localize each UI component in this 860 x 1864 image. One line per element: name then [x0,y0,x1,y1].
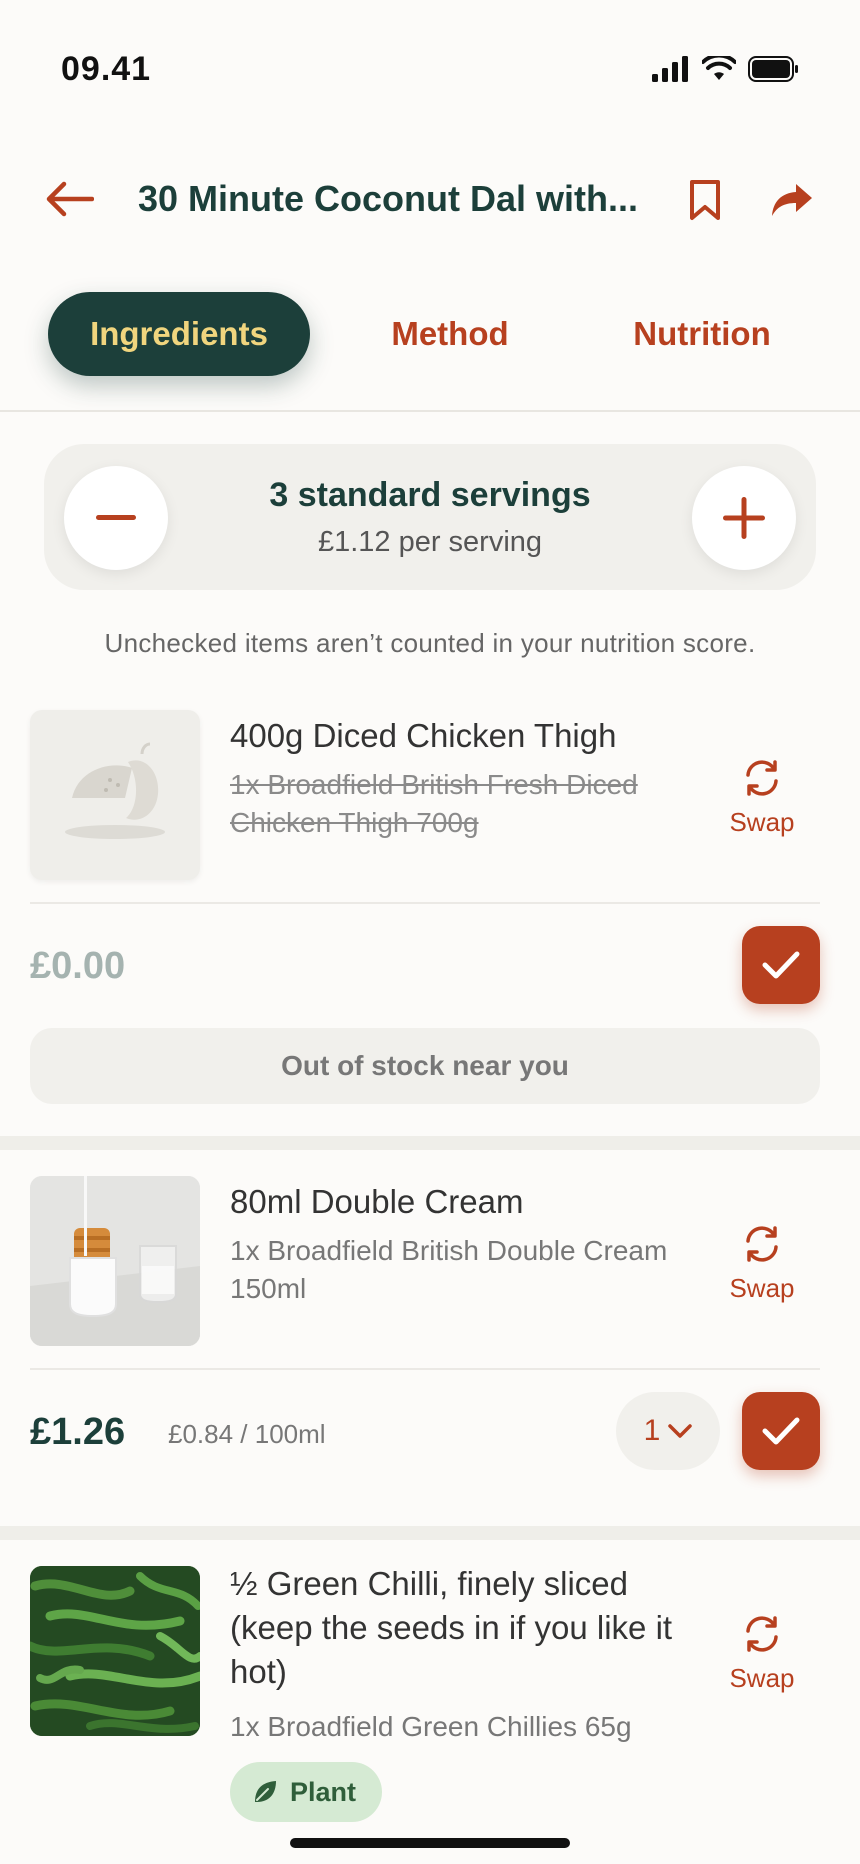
battery-icon [748,56,798,82]
swap-label: Swap [729,1273,795,1303]
bookmark-button[interactable] [680,172,730,228]
swap-label: Swap [729,807,795,837]
servings-stepper: 3 standard servings £1.12 per serving [44,444,816,590]
ingredient-item: 400g Diced Chicken Thigh 1x Broadfield B… [0,700,860,1140]
quantity-value: 1 [643,1414,661,1447]
ingredient-name: ½ Green Chilli, finely sliced (keep the … [230,1565,673,1690]
wifi-icon [702,56,736,80]
food-placeholder-icon [65,742,165,839]
ingredient-price: £1.26 [30,1411,126,1453]
green-chillies-image [30,1566,200,1736]
green-chilli-image [30,1566,200,1736]
share-arrow-icon [772,184,812,216]
ingredient-item: 80ml Double Cream 1x Broadfield British … [0,1166,860,1536]
leaf-icon [255,1781,276,1802]
ingredient-item: ½ Green Chilli, finely sliced (keep the … [0,1556,860,1864]
status-icons [652,56,800,82]
divider [0,410,860,412]
out-of-stock-banner: Out of stock near you [30,1028,820,1104]
swap-label: Swap [729,1663,795,1693]
share-button[interactable] [762,172,822,228]
arrow-left-icon [46,181,94,217]
increase-servings-button[interactable] [692,466,796,570]
swap-icon [746,760,778,796]
chevron-down-icon [668,1424,693,1438]
swap-button[interactable]: Swap [720,1614,804,1694]
minus-icon [96,515,136,520]
ingredient-price: £0.00 [30,945,126,987]
badge-label: Plant [290,1776,357,1807]
status-bar: 09.41 [0,0,860,140]
ingredient-name: 80ml Double Cream [230,1183,524,1220]
ingredient-name: 400g Diced Chicken Thigh [230,717,617,754]
page-title: 30 Minute Coconut Dal with... [138,178,639,219]
include-checkbox[interactable] [742,926,820,1004]
home-indicator [290,1838,570,1848]
unit-price: £0.84 / 100ml [168,1419,326,1449]
swap-icon [746,1616,778,1652]
swap-icon [746,1226,778,1262]
recipe-header: 30 Minute Coconut Dal with... [0,160,860,240]
checkmark-icon [762,1417,800,1445]
swap-button[interactable]: Swap [720,1224,804,1304]
swap-button[interactable]: Swap [720,758,804,838]
divider [30,1368,820,1370]
double-cream-image [30,1176,200,1346]
bookmark-icon [690,180,720,220]
tab-ingredients[interactable]: Ingredients [48,292,310,376]
tab-method[interactable]: Method [360,292,540,376]
cream-jug-image [30,1176,200,1346]
back-button[interactable] [40,174,100,224]
plus-icon [723,497,765,539]
ingredient-placeholder-image [30,710,200,880]
status-time: 09.41 [61,50,152,88]
checkmark-icon [762,951,800,979]
divider [30,902,820,904]
ingredient-product: 1x Broadfield British Fresh Diced Chicke… [230,769,638,838]
quantity-dropdown[interactable]: 1 [616,1392,720,1470]
section-separator [0,1526,860,1540]
include-checkbox[interactable] [742,1392,820,1470]
signal-icon [652,56,688,82]
ingredient-product: 1x Broadfield Green Chillies 65g [230,1711,632,1742]
tab-nutrition[interactable]: Nutrition [610,292,794,376]
plant-badge: Plant [230,1762,383,1822]
section-separator [0,1136,860,1150]
ingredient-product: 1x Broadfield British Double Cream 150ml [230,1235,668,1304]
recipe-tabs: Ingredients Method Nutrition [0,292,860,378]
nutrition-note: Unchecked items aren’t counted in your n… [104,628,756,658]
